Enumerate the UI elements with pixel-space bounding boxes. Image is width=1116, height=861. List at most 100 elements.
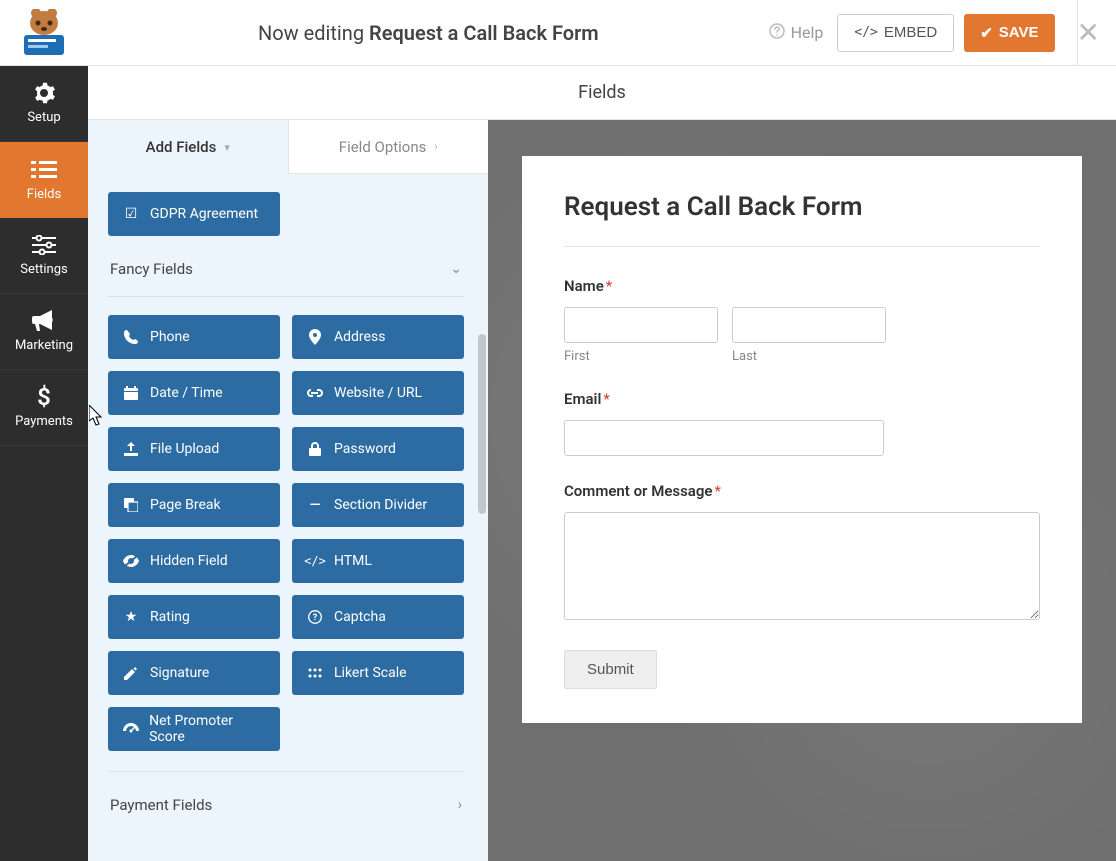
list-icon	[31, 159, 57, 181]
section-fancy-fields[interactable]: Fancy Fields ⌄	[108, 236, 464, 297]
first-sublabel: First	[564, 349, 718, 364]
field-address[interactable]: Address	[292, 315, 464, 359]
form-card: Request a Call Back Form Name* First Las…	[522, 156, 1082, 723]
minus-icon: —	[306, 497, 324, 513]
check-icon: ✔	[980, 24, 993, 42]
comment-textarea[interactable]	[564, 512, 1040, 620]
panel-tabs: Add Fields ▾ Field Options ›	[88, 120, 488, 174]
email-input[interactable]	[564, 420, 884, 456]
dollar-icon: $	[31, 386, 57, 408]
label-text: Comment or Message	[564, 482, 712, 500]
label-text: Name	[564, 277, 604, 295]
field-label: Net Promoter Score	[149, 713, 266, 745]
nav-marketing[interactable]: Marketing	[0, 294, 88, 370]
required-asterisk: *	[606, 277, 612, 295]
required-asterisk: *	[714, 482, 720, 500]
field-panel: Add Fields ▾ Field Options › ☑ GDPR Agre…	[88, 120, 488, 861]
form-preview[interactable]: Request a Call Back Form Name* First Las…	[488, 120, 1116, 861]
submit-label: Submit	[587, 661, 634, 678]
section-payment-fields[interactable]: Payment Fields ›	[108, 772, 464, 842]
field-gdpr-agreement[interactable]: ☑ GDPR Agreement	[108, 192, 280, 236]
chevron-down-icon: ⌄	[450, 261, 462, 277]
panels: Add Fields ▾ Field Options › ☑ GDPR Agre…	[88, 120, 1116, 861]
pencil-icon	[122, 666, 140, 680]
field-label: HTML	[334, 553, 372, 569]
scrollbar-thumb[interactable]	[478, 334, 486, 514]
email-label: Email*	[564, 390, 1040, 408]
field-label: Captcha	[334, 609, 386, 625]
editing-title: Now editing Request a Call Back Form	[88, 21, 769, 45]
field-label: Likert Scale	[334, 665, 407, 681]
nav-setup-label: Setup	[27, 110, 60, 125]
field-password[interactable]: Password	[292, 427, 464, 471]
tab-field-options-label: Field Options	[339, 138, 427, 156]
link-icon	[306, 388, 324, 398]
title-prefix: Now editing	[258, 21, 364, 45]
save-button[interactable]: ✔ SAVE	[964, 14, 1054, 52]
field-label: Address	[334, 329, 385, 345]
form-title: Request a Call Back Form	[564, 192, 1040, 247]
field-label: Date / Time	[150, 385, 223, 401]
name-row: First Last	[564, 307, 1040, 364]
field-sectiondivider[interactable]: — Section Divider	[292, 483, 464, 527]
field-label: GDPR Agreement	[150, 206, 258, 222]
nav-fields[interactable]: Fields	[0, 142, 88, 218]
name-label: Name*	[564, 277, 1040, 295]
field-fileupload[interactable]: File Upload	[108, 427, 280, 471]
field-label: Rating	[150, 609, 190, 625]
nav-settings[interactable]: Settings	[0, 218, 88, 294]
field-signature[interactable]: Signature	[108, 651, 280, 695]
pages-icon	[122, 498, 140, 512]
field-label: File Upload	[150, 441, 219, 457]
field-email[interactable]: Email*	[564, 390, 1040, 456]
field-label: Signature	[150, 665, 209, 681]
save-label: SAVE	[999, 24, 1039, 41]
field-nps[interactable]: Net Promoter Score	[108, 707, 280, 751]
sub-header-label: Fields	[578, 82, 626, 103]
nav-setup[interactable]: Setup	[0, 66, 88, 142]
field-rating[interactable]: ★ Rating	[108, 595, 280, 639]
field-label: Website / URL	[334, 385, 422, 401]
calendar-icon	[122, 386, 140, 400]
field-captcha[interactable]: ? Captcha	[292, 595, 464, 639]
field-hiddenfield[interactable]: Hidden Field	[108, 539, 280, 583]
fancy-fields-grid: Phone Address Date / Time Website / URL …	[108, 315, 464, 695]
svg-text:?: ?	[313, 613, 318, 623]
label-text: Email	[564, 390, 601, 408]
field-label: Password	[334, 441, 396, 457]
tab-field-options[interactable]: Field Options ›	[288, 120, 489, 174]
field-list[interactable]: ☑ GDPR Agreement Fancy Fields ⌄ Phone Ad…	[88, 174, 488, 861]
embed-label: EMBED	[884, 24, 937, 41]
help-link[interactable]: Help	[769, 23, 824, 43]
field-datetime[interactable]: Date / Time	[108, 371, 280, 415]
field-comment[interactable]: Comment or Message*	[564, 482, 1040, 624]
embed-button[interactable]: </> EMBED	[837, 14, 954, 52]
nav-payments[interactable]: $ Payments	[0, 370, 88, 446]
field-label: Section Divider	[334, 497, 427, 513]
last-name-input[interactable]	[732, 307, 886, 343]
title-form-name: Request a Call Back Form	[369, 21, 599, 45]
field-name[interactable]: Name* First Last	[564, 277, 1040, 364]
field-website[interactable]: Website / URL	[292, 371, 464, 415]
help-label: Help	[791, 23, 824, 42]
logo-wrap	[0, 9, 88, 57]
field-pagebreak[interactable]: Page Break	[108, 483, 280, 527]
code-icon: </>	[854, 25, 877, 40]
wpforms-logo[interactable]	[16, 9, 72, 57]
field-label: Page Break	[150, 497, 221, 513]
close-builder-button[interactable]: ✕	[1077, 16, 1100, 49]
field-likert[interactable]: Likert Scale	[292, 651, 464, 695]
field-phone[interactable]: Phone	[108, 315, 280, 359]
pin-icon	[306, 329, 324, 345]
star-icon: ★	[122, 609, 140, 625]
tab-add-fields[interactable]: Add Fields ▾	[88, 120, 288, 174]
tab-add-fields-label: Add Fields	[146, 138, 217, 156]
submit-button[interactable]: Submit	[564, 650, 657, 689]
field-html[interactable]: </>HTML	[292, 539, 464, 583]
left-nav: Setup Fields Settings Marketing $ Paymen…	[0, 66, 88, 861]
eye-slash-icon	[122, 555, 140, 567]
sliders-icon	[31, 234, 57, 256]
first-name-input[interactable]	[564, 307, 718, 343]
lock-icon	[306, 442, 324, 456]
top-header: Now editing Request a Call Back Form Hel…	[0, 0, 1116, 66]
